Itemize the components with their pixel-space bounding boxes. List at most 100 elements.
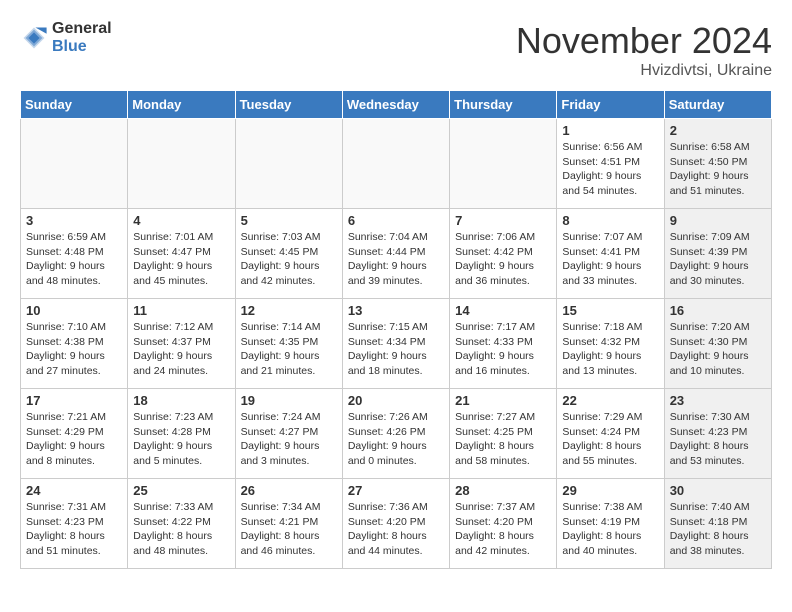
calendar-cell: 1 Sunrise: 6:56 AM Sunset: 4:51 PM Daylig… <box>557 119 664 209</box>
calendar-cell: 25 Sunrise: 7:33 AM Sunset: 4:22 PM Dayli… <box>128 479 235 569</box>
calendar-week-5: 24Sunrise: 7:31 AM Sunset: 4:23 PM Dayli… <box>21 479 772 569</box>
calendar-cell: 24Sunrise: 7:31 AM Sunset: 4:23 PM Dayli… <box>21 479 128 569</box>
day-info: Sunrise: 7:33 AM Sunset: 4:22 PM Dayligh… <box>133 500 229 559</box>
calendar-cell: 29 Sunrise: 7:38 AM Sunset: 4:19 PM Dayli… <box>557 479 664 569</box>
calendar-cell: 18 Sunrise: 7:23 AM Sunset: 4:28 PM Dayli… <box>128 389 235 479</box>
day-info: Sunrise: 7:10 AM Sunset: 4:38 PM Dayligh… <box>26 320 122 379</box>
day-number: 12 <box>241 303 337 318</box>
day-info: Sunrise: 6:56 AM Sunset: 4:51 PM Dayligh… <box>562 140 658 199</box>
day-info: Sunrise: 7:14 AM Sunset: 4:35 PM Dayligh… <box>241 320 337 379</box>
calendar-cell <box>342 119 449 209</box>
calendar-cell: 8 Sunrise: 7:07 AM Sunset: 4:41 PM Daylig… <box>557 209 664 299</box>
weekday-header-saturday: Saturday <box>664 91 771 119</box>
day-info: Sunrise: 7:24 AM Sunset: 4:27 PM Dayligh… <box>241 410 337 469</box>
day-info: Sunrise: 7:17 AM Sunset: 4:33 PM Dayligh… <box>455 320 551 379</box>
calendar-cell: 16 Sunrise: 7:20 AM Sunset: 4:30 PM Dayli… <box>664 299 771 389</box>
calendar-cell: 2Sunrise: 6:58 AM Sunset: 4:50 PM Daylig… <box>664 119 771 209</box>
weekday-header-wednesday: Wednesday <box>342 91 449 119</box>
day-number: 9 <box>670 213 766 228</box>
day-info: Sunrise: 7:20 AM Sunset: 4:30 PM Dayligh… <box>670 320 766 379</box>
calendar-cell <box>21 119 128 209</box>
day-info: Sunrise: 6:58 AM Sunset: 4:50 PM Dayligh… <box>670 140 766 199</box>
month-title: November 2024 <box>516 20 772 62</box>
calendar-cell <box>235 119 342 209</box>
calendar-cell: 17 Sunrise: 7:21 AM Sunset: 4:29 PM Dayli… <box>21 389 128 479</box>
logo: General Blue <box>20 20 112 56</box>
logo-text: General Blue <box>52 20 112 56</box>
day-number: 28 <box>455 483 551 498</box>
day-info: Sunrise: 7:23 AM Sunset: 4:28 PM Dayligh… <box>133 410 229 469</box>
day-info: Sunrise: 7:27 AM Sunset: 4:25 PM Dayligh… <box>455 410 551 469</box>
day-info: Sunrise: 7:01 AM Sunset: 4:47 PM Dayligh… <box>133 230 229 289</box>
calendar-cell <box>450 119 557 209</box>
calendar-cell: 7 Sunrise: 7:06 AM Sunset: 4:42 PM Daylig… <box>450 209 557 299</box>
day-info: Sunrise: 7:38 AM Sunset: 4:19 PM Dayligh… <box>562 500 658 559</box>
logo-general: General <box>52 20 112 37</box>
logo-icon <box>20 24 48 52</box>
calendar-week-1: 1 Sunrise: 6:56 AM Sunset: 4:51 PM Daylig… <box>21 119 772 209</box>
day-number: 11 <box>133 303 229 318</box>
calendar-cell: 22 Sunrise: 7:29 AM Sunset: 4:24 PM Dayli… <box>557 389 664 479</box>
calendar-cell: 4 Sunrise: 7:01 AM Sunset: 4:47 PM Daylig… <box>128 209 235 299</box>
day-info: Sunrise: 7:18 AM Sunset: 4:32 PM Dayligh… <box>562 320 658 379</box>
title-block: November 2024 Hvizdivtsi, Ukraine <box>516 20 772 80</box>
day-info: Sunrise: 6:59 AM Sunset: 4:48 PM Dayligh… <box>26 230 122 289</box>
day-number: 6 <box>348 213 444 228</box>
day-info: Sunrise: 7:09 AM Sunset: 4:39 PM Dayligh… <box>670 230 766 289</box>
calendar-cell: 11 Sunrise: 7:12 AM Sunset: 4:37 PM Dayli… <box>128 299 235 389</box>
weekday-header-sunday: Sunday <box>21 91 128 119</box>
weekday-header-friday: Friday <box>557 91 664 119</box>
day-number: 26 <box>241 483 337 498</box>
day-info: Sunrise: 7:34 AM Sunset: 4:21 PM Dayligh… <box>241 500 337 559</box>
day-number: 23 <box>670 393 766 408</box>
day-number: 3 <box>26 213 122 228</box>
day-info: Sunrise: 7:07 AM Sunset: 4:41 PM Dayligh… <box>562 230 658 289</box>
day-number: 15 <box>562 303 658 318</box>
calendar-week-2: 3 Sunrise: 6:59 AM Sunset: 4:48 PM Daylig… <box>21 209 772 299</box>
calendar-cell: 27Sunrise: 7:36 AM Sunset: 4:20 PM Dayli… <box>342 479 449 569</box>
day-number: 25 <box>133 483 229 498</box>
day-info: Sunrise: 7:40 AM Sunset: 4:18 PM Dayligh… <box>670 500 766 559</box>
logo-blue: Blue <box>52 38 87 55</box>
day-number: 17 <box>26 393 122 408</box>
calendar-header-row: SundayMondayTuesdayWednesdayThursdayFrid… <box>21 91 772 119</box>
calendar-cell: 26 Sunrise: 7:34 AM Sunset: 4:21 PM Dayli… <box>235 479 342 569</box>
day-number: 29 <box>562 483 658 498</box>
calendar-cell: 6Sunrise: 7:04 AM Sunset: 4:44 PM Daylig… <box>342 209 449 299</box>
day-info: Sunrise: 7:30 AM Sunset: 4:23 PM Dayligh… <box>670 410 766 469</box>
day-info: Sunrise: 7:37 AM Sunset: 4:20 PM Dayligh… <box>455 500 551 559</box>
day-info: Sunrise: 7:12 AM Sunset: 4:37 PM Dayligh… <box>133 320 229 379</box>
weekday-header-thursday: Thursday <box>450 91 557 119</box>
day-number: 16 <box>670 303 766 318</box>
calendar-cell: 20Sunrise: 7:26 AM Sunset: 4:26 PM Dayli… <box>342 389 449 479</box>
day-number: 8 <box>562 213 658 228</box>
day-number: 18 <box>133 393 229 408</box>
calendar-cell: 10 Sunrise: 7:10 AM Sunset: 4:38 PM Dayli… <box>21 299 128 389</box>
day-number: 13 <box>348 303 444 318</box>
day-number: 7 <box>455 213 551 228</box>
calendar-cell: 30 Sunrise: 7:40 AM Sunset: 4:18 PM Dayli… <box>664 479 771 569</box>
calendar-cell: 9 Sunrise: 7:09 AM Sunset: 4:39 PM Daylig… <box>664 209 771 299</box>
calendar-cell: 15 Sunrise: 7:18 AM Sunset: 4:32 PM Dayli… <box>557 299 664 389</box>
day-number: 22 <box>562 393 658 408</box>
day-number: 24 <box>26 483 122 498</box>
page-header: General Blue November 2024 Hvizdivtsi, U… <box>20 20 772 80</box>
location: Hvizdivtsi, Ukraine <box>516 62 772 80</box>
day-info: Sunrise: 7:21 AM Sunset: 4:29 PM Dayligh… <box>26 410 122 469</box>
day-number: 30 <box>670 483 766 498</box>
weekday-header-monday: Monday <box>128 91 235 119</box>
day-number: 10 <box>26 303 122 318</box>
calendar-week-4: 17 Sunrise: 7:21 AM Sunset: 4:29 PM Dayli… <box>21 389 772 479</box>
day-number: 4 <box>133 213 229 228</box>
calendar-cell: 19Sunrise: 7:24 AM Sunset: 4:27 PM Dayli… <box>235 389 342 479</box>
calendar-cell: 14Sunrise: 7:17 AM Sunset: 4:33 PM Dayli… <box>450 299 557 389</box>
day-number: 21 <box>455 393 551 408</box>
calendar-cell: 12 Sunrise: 7:14 AM Sunset: 4:35 PM Dayli… <box>235 299 342 389</box>
day-info: Sunrise: 7:15 AM Sunset: 4:34 PM Dayligh… <box>348 320 444 379</box>
calendar-cell <box>128 119 235 209</box>
calendar-cell: 13 Sunrise: 7:15 AM Sunset: 4:34 PM Dayli… <box>342 299 449 389</box>
day-info: Sunrise: 7:29 AM Sunset: 4:24 PM Dayligh… <box>562 410 658 469</box>
day-number: 1 <box>562 123 658 138</box>
calendar-week-3: 10 Sunrise: 7:10 AM Sunset: 4:38 PM Dayli… <box>21 299 772 389</box>
day-info: Sunrise: 7:06 AM Sunset: 4:42 PM Dayligh… <box>455 230 551 289</box>
